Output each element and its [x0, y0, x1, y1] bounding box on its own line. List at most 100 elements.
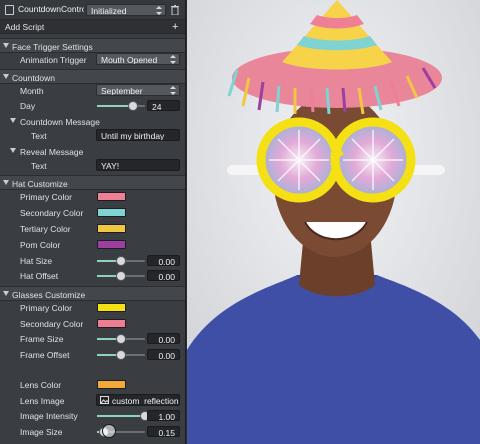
trash-icon[interactable] — [171, 5, 179, 16]
hat-offset-field[interactable]: 0.00 — [147, 270, 180, 282]
frame-size-label: Frame Size — [20, 334, 64, 344]
lens-image-value: custom_reflection — [112, 396, 179, 406]
frame-size-field[interactable]: 0.00 — [147, 333, 180, 345]
updown-icon — [170, 55, 176, 64]
day-slider-knob[interactable] — [129, 102, 137, 110]
hat-offset-label: Hat Offset — [20, 271, 59, 281]
hat-size-label: Hat Size — [20, 256, 53, 266]
lens-image-row: Lens Image custom_reflection — [0, 393, 185, 408]
section-face-trigger[interactable]: Face Trigger Settings — [0, 38, 185, 53]
reveal-text-label: Text — [31, 161, 47, 171]
add-script-bar[interactable]: Add Script + — [0, 20, 185, 34]
animation-trigger-label: Animation Trigger — [20, 55, 87, 65]
frame-offset-row: Frame Offset 0.00 — [0, 347, 185, 362]
mouse-cursor-icon — [102, 424, 116, 438]
hat-size-row: Hat Size 0.00 — [0, 253, 185, 268]
hat-offset-slider-knob[interactable] — [117, 272, 125, 280]
image-intensity-slider[interactable] — [97, 412, 149, 420]
day-slider-fill — [97, 105, 133, 107]
image-size-label: Image Size — [20, 427, 63, 437]
image-intensity-row: Image Intensity 1.00 — [0, 408, 185, 423]
chevron-down-icon — [3, 180, 9, 185]
section-glasses[interactable]: Glasses Customize — [0, 286, 185, 301]
glasses-secondary-swatch[interactable] — [97, 319, 126, 328]
reveal-message-row[interactable]: Reveal Message — [0, 144, 185, 159]
hat-tertiary-label: Tertiary Color — [20, 224, 71, 234]
countdown-message-label: Countdown Message — [20, 117, 100, 127]
hat-secondary-label: Secondary Color — [20, 208, 84, 218]
month-value: September — [101, 86, 143, 96]
reveal-message-label: Reveal Message — [20, 147, 84, 157]
day-slider[interactable] — [97, 102, 145, 110]
glasses-secondary-label: Secondary Color — [20, 319, 84, 329]
lens-color-label: Lens Color — [20, 380, 62, 390]
section-hat[interactable]: Hat Customize — [0, 175, 185, 190]
section-title: Face Trigger Settings — [12, 42, 93, 52]
add-script-label: Add Script — [5, 22, 45, 32]
animation-trigger-dropdown[interactable]: Mouth Opened — [96, 53, 180, 65]
hat-size-slider[interactable] — [97, 257, 145, 265]
hat-pom-swatch[interactable] — [97, 240, 126, 249]
hat-secondary-swatch[interactable] — [97, 208, 126, 217]
month-row: Month September — [0, 83, 185, 98]
image-intensity-slider-fill — [97, 415, 145, 417]
animation-trigger-value: Mouth Opened — [101, 55, 158, 65]
plus-icon[interactable]: + — [172, 21, 178, 33]
animation-trigger-row: Animation Trigger Mouth Opened — [0, 52, 185, 67]
month-dropdown[interactable]: September — [96, 84, 180, 96]
lens-image-picker[interactable]: custom_reflection — [96, 394, 180, 406]
hat-tertiary-swatch[interactable] — [97, 224, 126, 233]
day-field[interactable]: 24 — [147, 100, 180, 112]
countdown-message-row[interactable]: Countdown Message — [0, 114, 185, 129]
section-title: Glasses Customize — [12, 290, 86, 300]
frame-offset-field[interactable]: 0.00 — [147, 349, 180, 361]
frame-size-slider[interactable] — [97, 335, 145, 343]
script-name-field[interactable]: CountdownContro — [18, 4, 84, 17]
day-label: Day — [20, 101, 36, 111]
preview-image — [187, 0, 480, 444]
frame-offset-label: Frame Offset — [20, 350, 70, 360]
chevron-down-icon — [3, 291, 9, 296]
frame-offset-slider-knob[interactable] — [117, 351, 125, 359]
hat-offset-slider[interactable] — [97, 272, 145, 280]
state-dropdown[interactable]: Initialized — [86, 4, 166, 16]
section-countdown[interactable]: Countdown — [0, 69, 185, 84]
lens-color-row: Lens Color — [0, 377, 185, 392]
frame-size-slider-knob[interactable] — [117, 335, 125, 343]
state-label: Initialized — [91, 6, 127, 16]
inspector-panel: CountdownContro Initialized Add Script +… — [0, 0, 186, 444]
countdown-text-label: Text — [31, 131, 47, 141]
glasses-primary-label: Primary Color — [20, 303, 72, 313]
camera-preview — [187, 0, 480, 444]
frame-offset-slider[interactable] — [97, 351, 145, 359]
hat-tertiary-row: Tertiary Color — [0, 221, 185, 236]
countdown-text-row: Text Until my birthday — [0, 128, 185, 143]
updown-icon — [156, 6, 162, 15]
glasses-secondary-row: Secondary Color — [0, 316, 185, 331]
glasses-primary-swatch[interactable] — [97, 303, 126, 312]
hat-size-field[interactable]: 0.00 — [147, 255, 180, 267]
lens-image-label: Lens Image — [20, 396, 65, 406]
reveal-text-input[interactable]: YAY! — [96, 159, 180, 171]
image-size-row: Image Size 0.15 — [0, 424, 185, 439]
countdown-text-input[interactable]: Until my birthday — [96, 129, 180, 141]
hat-offset-row: Hat Offset 0.00 — [0, 268, 185, 283]
chevron-down-icon — [3, 43, 9, 48]
component-header: CountdownContro Initialized — [0, 0, 185, 20]
frame-size-row: Frame Size 0.00 — [0, 331, 185, 346]
image-icon — [100, 396, 109, 404]
reveal-text-row: Text YAY! — [0, 158, 185, 173]
lens-color-swatch[interactable] — [97, 380, 126, 389]
chevron-down-icon — [3, 74, 9, 79]
hat-primary-swatch[interactable] — [97, 192, 126, 201]
hat-pom-row: Pom Color — [0, 237, 185, 252]
glasses-primary-row: Primary Color — [0, 300, 185, 315]
chevron-down-icon — [10, 148, 16, 153]
image-size-field[interactable]: 0.15 — [147, 426, 180, 438]
hat-size-slider-knob[interactable] — [117, 257, 125, 265]
hat-primary-row: Primary Color — [0, 189, 185, 204]
image-intensity-label: Image Intensity — [20, 411, 78, 421]
updown-icon — [170, 86, 176, 95]
chevron-down-icon — [10, 118, 16, 123]
image-intensity-field[interactable]: 1.00 — [147, 410, 180, 422]
